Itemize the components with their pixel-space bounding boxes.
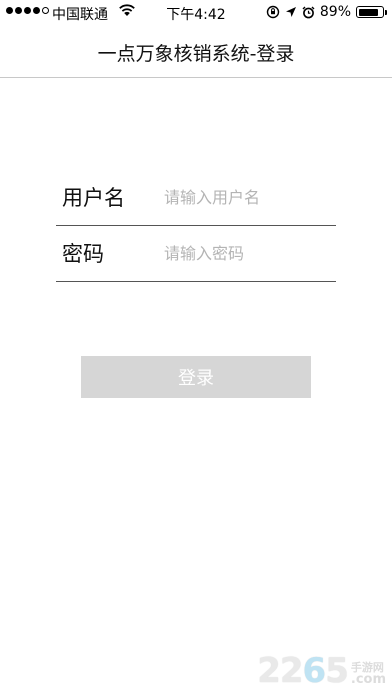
password-row: 密码 (56, 226, 336, 282)
login-button[interactable]: 登录 (81, 356, 311, 398)
alarm-icon (302, 6, 315, 18)
password-input[interactable] (164, 240, 334, 266)
page-title: 一点万象核销系统-登录 (97, 43, 295, 65)
username-row: 用户名 (56, 170, 336, 226)
username-label: 用户名 (62, 186, 125, 210)
status-bar: 中国联通 下午4:42 89% (0, 0, 392, 26)
battery-percent: 89% (319, 4, 351, 20)
watermark-digits: 2265 (257, 651, 349, 691)
watermark-logo: 2265 手游网 .com (257, 654, 386, 688)
battery-icon (356, 6, 387, 18)
nav-bar: 一点万象核销系统-登录 (0, 26, 392, 78)
password-label: 密码 (62, 242, 104, 266)
username-input[interactable] (164, 184, 334, 210)
rotation-lock-icon (266, 5, 280, 19)
location-icon (285, 7, 296, 17)
watermark-domain: .com (350, 672, 386, 687)
battery-level (358, 8, 379, 16)
